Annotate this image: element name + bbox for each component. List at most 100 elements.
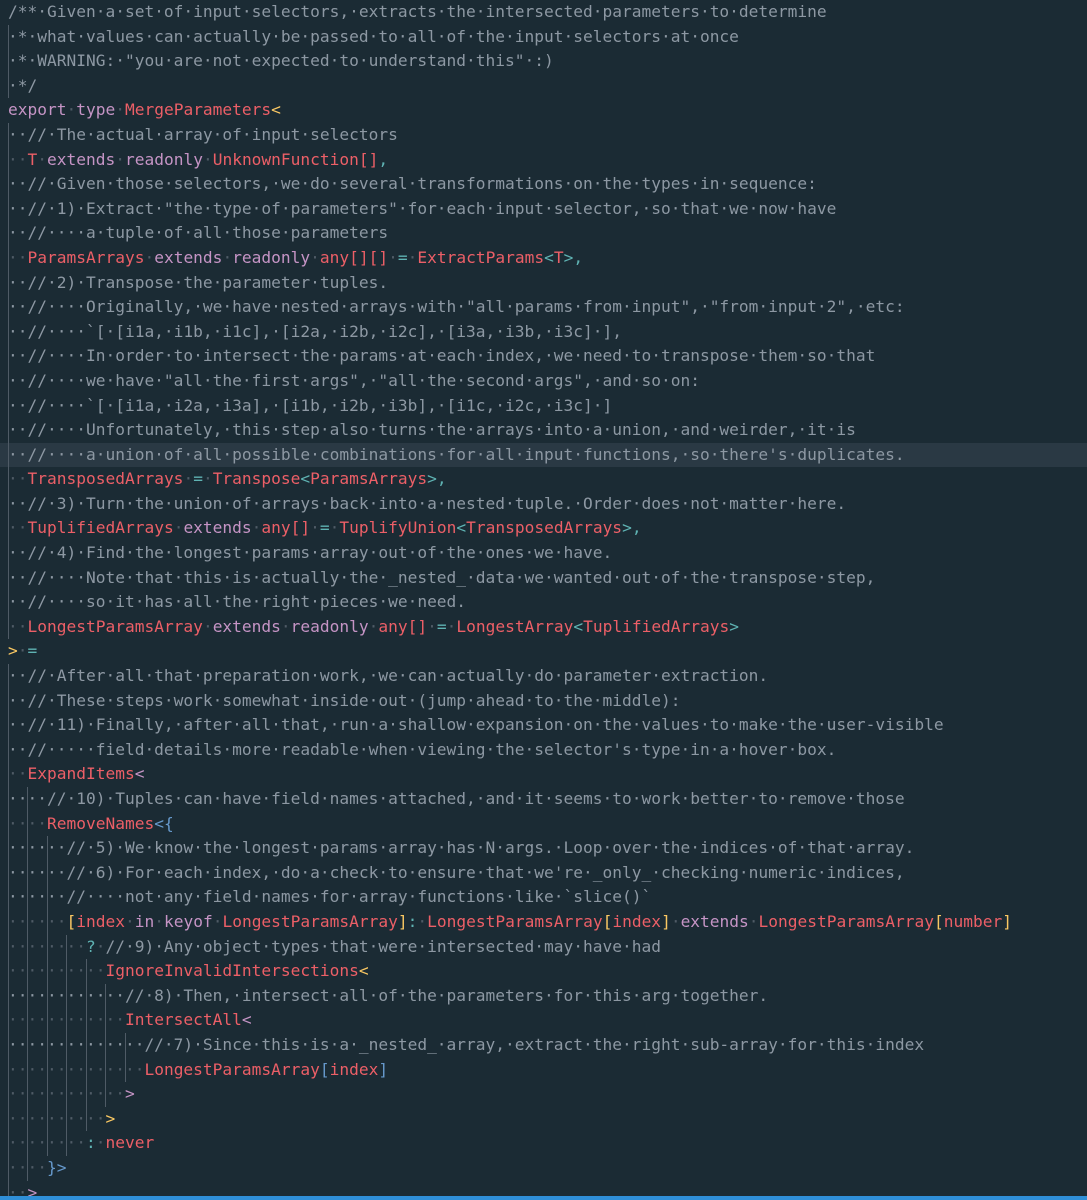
code-line[interactable]: ··TransposedArrays·=·Transpose<ParamsArr… bbox=[0, 467, 1087, 492]
code-line[interactable]: ··············LongestParamsArray[index] bbox=[0, 1057, 1087, 1083]
indent-guide bbox=[85, 1057, 87, 1083]
code-line[interactable]: ····//·10)·Tuples·can·have·field·names·a… bbox=[0, 787, 1087, 812]
code-line[interactable]: ·*/ bbox=[0, 73, 1087, 99]
code-token: ············//·8)·Then,·intersect·all·of… bbox=[8, 985, 769, 1005]
code-line[interactable]: ········?·//·9)·Any·object·types·that·we… bbox=[0, 934, 1087, 960]
code-line[interactable]: ··LongestParamsArray·extends·readonly·an… bbox=[0, 614, 1087, 640]
code-token: · bbox=[222, 247, 233, 267]
indent-guide bbox=[8, 590, 9, 615]
code-line[interactable]: ··//·After·all·that·preparation·work,·we… bbox=[0, 664, 1087, 689]
indent-guide bbox=[85, 1032, 87, 1058]
code-token: ······//·6)·For·each·index,·do·a·check·t… bbox=[8, 862, 905, 882]
code-token: · bbox=[368, 616, 379, 636]
code-line[interactable]: ······[index·in·keyof·LongestParamsArray… bbox=[0, 909, 1087, 935]
code-line[interactable]: ··//····In·order·to·intersect·the·params… bbox=[0, 344, 1087, 369]
code-line[interactable]: ··//····Note·that·this·is·actually·the·_… bbox=[0, 565, 1087, 591]
code-line[interactable]: ············> bbox=[0, 1082, 1087, 1107]
indent-guide bbox=[46, 1008, 48, 1033]
code-line[interactable]: ·*·what·values·can·actually·be·passed·to… bbox=[0, 24, 1087, 50]
indent-guide bbox=[105, 1082, 107, 1107]
code-token: T bbox=[553, 247, 564, 267]
indent-guide bbox=[8, 245, 9, 271]
indent-guide bbox=[27, 811, 29, 837]
code-line[interactable]: ······//····not·any·field·names·for·arra… bbox=[0, 885, 1087, 910]
code-token: ··//····a·union·of·all·possible·combinat… bbox=[8, 444, 905, 464]
code-line[interactable]: ············IntersectAll< bbox=[0, 1008, 1087, 1033]
indent-guide bbox=[8, 319, 9, 345]
code-token: · bbox=[95, 936, 106, 956]
code-token: · bbox=[144, 247, 155, 267]
code-line[interactable]: ··TuplifiedArrays·extends·any[]·=·Tuplif… bbox=[0, 516, 1087, 542]
indent-guide bbox=[8, 24, 9, 50]
code-line[interactable]: ··//·1)·Extract·"the·type·of·parameters"… bbox=[0, 196, 1087, 222]
code-line[interactable]: ······//·6)·For·each·index,·do·a·check·t… bbox=[0, 860, 1087, 886]
code-line[interactable]: ··//·The·actual·array·of·input·selectors bbox=[0, 122, 1087, 148]
code-line[interactable]: ··············//·7)·Since·this·is·a·_nes… bbox=[0, 1032, 1087, 1058]
code-token: ··//·2)·Transpose·the·parameter·tuples. bbox=[8, 272, 389, 292]
code-line[interactable]: ··//····a·union·of·all·possible·combinat… bbox=[0, 442, 1087, 468]
code-line[interactable]: ··//····we·have·"all·the·first·args",·"a… bbox=[0, 368, 1087, 394]
code-token: < bbox=[300, 469, 311, 489]
code-line[interactable]: ··//·Given·those·selectors,·we·do·severa… bbox=[0, 172, 1087, 197]
code-line[interactable]: >·= bbox=[0, 639, 1087, 664]
code-line[interactable]: ··//·····field·details·more·readable·whe… bbox=[0, 737, 1087, 763]
code-line[interactable]: ··//·2)·Transpose·the·parameter·tuples. bbox=[0, 270, 1087, 296]
indent-guide bbox=[8, 713, 9, 738]
indent-guide bbox=[124, 1032, 126, 1058]
code-token: · bbox=[37, 149, 47, 169]
indent-guide bbox=[27, 983, 29, 1009]
code-line[interactable]: ··//·11)·Finally,·after·all·that,·run·a·… bbox=[0, 713, 1087, 738]
code-line[interactable]: ··//····Originally,·we·have·nested·array… bbox=[0, 295, 1087, 320]
code-line[interactable]: ··//····so·it·has·all·the·right·pieces·w… bbox=[0, 590, 1087, 615]
indent-guide bbox=[66, 1032, 68, 1058]
code-line[interactable]: ····RemoveNames<{ bbox=[0, 811, 1087, 837]
code-token: TuplifyUnion bbox=[339, 518, 457, 538]
indent-guide bbox=[8, 122, 9, 148]
code-line[interactable]: ············//·8)·Then,·intersect·all·of… bbox=[0, 983, 1087, 1009]
indent-guide bbox=[8, 295, 9, 320]
code-line[interactable]: ··//·3)·Turn·the·union·of·arrays·back·in… bbox=[0, 491, 1087, 517]
code-line[interactable]: ··ExpandItems< bbox=[0, 762, 1087, 787]
code-token: · bbox=[280, 616, 291, 636]
indent-guide bbox=[8, 959, 9, 984]
indent-guide bbox=[46, 959, 48, 984]
code-line[interactable]: ··//····Unfortunately,·this·step·also·tu… bbox=[0, 418, 1087, 443]
code-line[interactable]: ··//·4)·Find·the·longest·params·array·ou… bbox=[0, 541, 1087, 566]
code-line[interactable]: ········:·never bbox=[0, 1131, 1087, 1156]
code-line[interactable]: /**·Given·a·set·of·input·selectors,·extr… bbox=[0, 0, 1087, 25]
code-line[interactable]: ··ParamsArrays·extends·readonly·any[][]·… bbox=[0, 245, 1087, 271]
code-line[interactable]: ··········IgnoreInvalidIntersections< bbox=[0, 959, 1087, 984]
code-line[interactable]: ··//·These·steps·work·somewhat·inside·ou… bbox=[0, 688, 1087, 714]
code-token: > bbox=[105, 1108, 116, 1128]
code-token: ] bbox=[397, 911, 408, 931]
indent-guide bbox=[27, 1155, 29, 1181]
indent-guide bbox=[85, 1008, 87, 1033]
code-lines: /**·Given·a·set·of·input·selectors,·extr… bbox=[0, 0, 1087, 1200]
code-line[interactable]: export·type·MergeParameters< bbox=[0, 98, 1087, 123]
code-token: RemoveNames bbox=[46, 813, 155, 833]
code-line[interactable]: ····}> bbox=[0, 1155, 1087, 1181]
indent-guide bbox=[8, 565, 9, 591]
code-line[interactable]: ··//····a·tuple·of·all·those·parameters bbox=[0, 221, 1087, 246]
code-line[interactable]: ··//····`[·[i1a,·i2a,·i3a],·[i1b,·i2b,·i… bbox=[0, 393, 1087, 419]
code-line[interactable]: ··T·extends·readonly·UnknownFunction[], bbox=[0, 147, 1087, 173]
indent-guide bbox=[8, 344, 9, 369]
code-line[interactable]: ·*·WARNING:·"you·are·not·expected·to·und… bbox=[0, 49, 1087, 74]
code-token: LongestParamsArray bbox=[758, 911, 934, 931]
code-editor[interactable]: /**·Given·a·set·of·input·selectors,·extr… bbox=[0, 0, 1087, 1200]
code-token: extends bbox=[212, 616, 281, 636]
indent-guide bbox=[105, 1008, 107, 1033]
code-token: · bbox=[183, 469, 194, 489]
code-token: · bbox=[173, 518, 184, 538]
indent-guide bbox=[85, 959, 87, 984]
indent-guide bbox=[27, 1106, 29, 1132]
code-token: ·· bbox=[8, 764, 28, 784]
code-line[interactable]: ··//····`[·[i1a,·i1b,·i1c],·[i2a,·i2b,·i… bbox=[0, 319, 1087, 345]
code-token: < bbox=[544, 247, 554, 267]
indent-guide bbox=[8, 664, 9, 689]
code-token: ··//····Originally,·we·have·nested·array… bbox=[8, 297, 905, 317]
code-line[interactable]: ··········> bbox=[0, 1106, 1087, 1132]
indent-guide bbox=[66, 983, 68, 1009]
indent-guide bbox=[8, 49, 9, 74]
code-line[interactable]: ······//·5)·We·know·the·longest·params·a… bbox=[0, 836, 1087, 861]
